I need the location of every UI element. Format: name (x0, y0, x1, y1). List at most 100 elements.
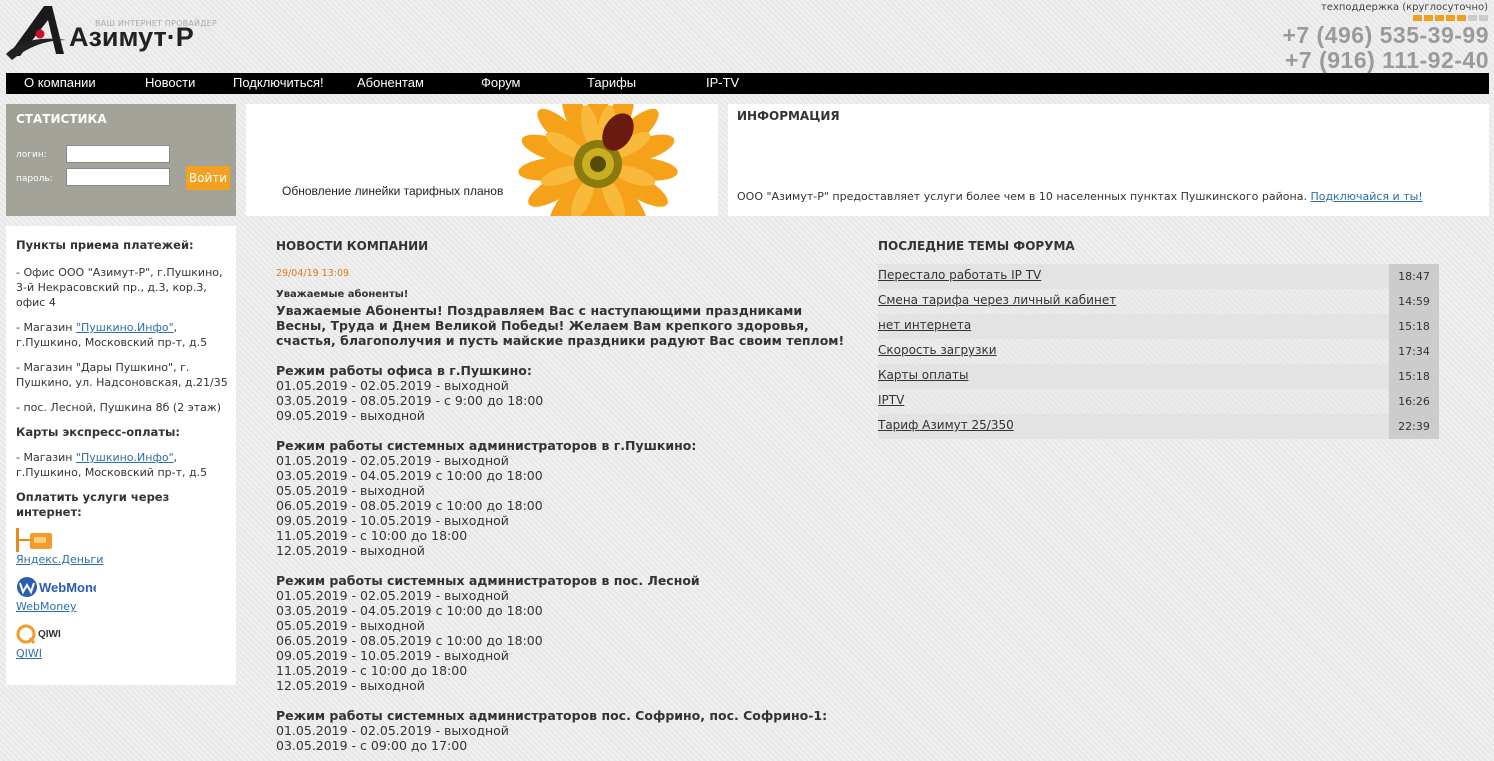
nav-item-news[interactable]: Новости (145, 75, 195, 90)
forum-topic-time: 15:18 (1389, 314, 1439, 339)
schedule-line: 09.05.2019 - 10.05.2019 - выходной (276, 648, 509, 663)
login-button[interactable]: Войти (186, 166, 230, 190)
forum-topic-link[interactable]: Тариф Азимут 25/350 (878, 418, 1014, 432)
schedule-line: 11.05.2019 - с 10:00 до 18:00 (276, 663, 468, 678)
schedule-line: 05.05.2019 - выходной (276, 618, 425, 633)
info-text-row: ООО "Азимут-Р" предоставляет услуги боле… (737, 190, 1423, 203)
schedule-heading: Режим работы системных администраторов п… (276, 708, 828, 723)
schedule-line: 11.05.2019 - с 10:00 до 18:00 (276, 528, 468, 543)
forum-topic-time: 15:18 (1389, 364, 1439, 389)
banner-caption: Обновление линейки тарифных планов (282, 184, 504, 198)
svg-text:WebMoney: WebMoney (39, 580, 96, 595)
forum-title: ПОСЛЕДНИЕ ТЕМЫ ФОРУМА (878, 239, 1075, 253)
promo-banner[interactable]: Обновление линейки тарифных планов (246, 104, 718, 216)
pay-method-yandex: Яндекс.Деньги (16, 528, 236, 567)
schedule-heading: Режим работы системных администраторов в… (276, 438, 697, 453)
main-nav: О компании Новости Подключиться! Абонент… (6, 73, 1489, 94)
forum-topic-time: 17:34 (1389, 339, 1439, 364)
schedule-line: 03.05.2019 - 04.05.2019 с 10:00 до 18:00 (276, 603, 543, 618)
phone-number-1: +7 (496) 535-39-99 (1282, 22, 1489, 48)
forum-topic-row: Скорость загрузки 17:34 (878, 339, 1439, 364)
qiwi-link[interactable]: QIWI (16, 647, 42, 660)
news-date: 29/04/19 13:09 (276, 268, 350, 279)
shop1-prefix: - Магазин (16, 321, 76, 334)
password-input[interactable] (66, 168, 170, 186)
schedule-heading: Режим работы системных администраторов в… (276, 573, 700, 588)
pay-method-qiwi: QIWI QIWI (16, 622, 236, 661)
forum-topic-row: нет интернета 15:18 (878, 314, 1439, 339)
card-point-shop: - Магазин "Пушкино.Инфо", г.Пушкино, Мос… (16, 450, 236, 480)
forum-topic-link[interactable]: Карты оплаты (878, 368, 968, 382)
support-label: техподдержка (круглосуточно) (1320, 2, 1488, 13)
info-title: ИНФОРМАЦИЯ (737, 109, 840, 123)
forum-topic-row: Карты оплаты 15:18 (878, 364, 1439, 389)
news-subtitle[interactable]: Уважаемые абоненты! (276, 289, 846, 300)
nav-item-subscribers[interactable]: Абонентам (357, 75, 424, 90)
schedule-line: 03.05.2019 - 08.05.2019 - с 9:00 до 18:0… (276, 393, 544, 408)
schedule-block: Режим работы системных администраторов в… (276, 573, 846, 693)
brand-name[interactable]: Азимут·Р (69, 22, 194, 53)
schedule-line: 01.05.2019 - 02.05.2019 - выходной (276, 588, 509, 603)
forum-topic-link[interactable]: Скорость загрузки (878, 343, 997, 357)
password-label: пароль: (16, 174, 53, 184)
schedule-line: 09.05.2019 - выходной (276, 408, 425, 423)
forum-topic-time: 14:59 (1389, 289, 1439, 314)
nav-item-iptv[interactable]: IP-TV (706, 75, 739, 90)
flower-image (518, 104, 678, 216)
cards-title: Карты экспресс-оплаты: (16, 425, 180, 439)
pay-method-webmoney: WebMoney WebMoney (16, 575, 236, 614)
schedule-line: 05.05.2019 - выходной (276, 483, 425, 498)
schedule-block: Режим работы офиса в г.Пушкино: 01.05.20… (276, 363, 846, 423)
card-pushkino-info-link[interactable]: "Пушкино.Инфо" (76, 451, 174, 464)
schedule-line: 12.05.2019 - выходной (276, 543, 425, 558)
online-pay-title: Оплатить услуги через интернет: (16, 490, 170, 519)
news-greeting: Уважаемые Абоненты! Поздравляем Вас с на… (276, 303, 845, 348)
webmoney-link[interactable]: WebMoney (16, 600, 76, 613)
webmoney-icon[interactable]: WebMoney (16, 575, 96, 599)
qiwi-icon[interactable]: QIWI (16, 622, 68, 646)
payments-title: Пункты приема платежей: (16, 238, 194, 252)
schedule-line: 12.05.2019 - выходной (276, 678, 425, 693)
yandex-money-icon[interactable] (16, 528, 54, 552)
news-title: НОВОСТИ КОМПАНИИ (276, 239, 429, 253)
stats-login-box: СТАТИСТИКА логин: пароль: Войти (6, 104, 236, 216)
news-section: НОВОСТИ КОМПАНИИ 29/04/19 13:09 Уважаемы… (276, 239, 846, 753)
payment-point-shop2: - Магазин "Дары Пушкино", г. Пушкино, ул… (16, 361, 228, 389)
forum-topic-row: Тариф Азимут 25/350 22:39 (878, 414, 1439, 439)
yandex-money-link[interactable]: Яндекс.Деньги (16, 553, 103, 566)
schedule-line: 01.05.2019 - 02.05.2019 - выходной (276, 378, 509, 393)
rating-segment (1446, 15, 1455, 21)
schedule-line: 03.05.2019 - 04.05.2019 с 10:00 до 18:00 (276, 468, 543, 483)
pushkino-info-link[interactable]: "Пушкино.Инфо" (76, 321, 174, 334)
schedule-line: 09.05.2019 - 10.05.2019 - выходной (276, 513, 509, 528)
stats-title: СТАТИСТИКА (16, 112, 107, 126)
rating-segment (1468, 15, 1477, 21)
nav-item-tariffs[interactable]: Тарифы (587, 75, 636, 90)
schedule-heading: Режим работы офиса в г.Пушкино: (276, 363, 532, 378)
forum-topic-time: 18:47 (1389, 264, 1439, 289)
forum-topic-link[interactable]: нет интернета (878, 318, 971, 332)
rating-segment (1424, 15, 1433, 21)
card-shop-prefix: - Магазин (16, 451, 76, 464)
forum-topic-row: IPTV 16:26 (878, 389, 1439, 414)
payment-point-shop1: - Магазин "Пушкино.Инфо", г.Пушкино, Мос… (16, 320, 236, 350)
forum-topic-link[interactable]: Перестало работать IP TV (878, 268, 1041, 282)
schedule-line: 03.05.2019 - с 09:00 до 17:00 (276, 738, 468, 753)
nav-item-connect[interactable]: Подключиться! (233, 75, 324, 90)
rating-segment (1435, 15, 1444, 21)
rating-segment (1479, 15, 1488, 21)
payment-point-office: - Офис ООО "Азимут-Р", г.Пушкино, 3-й Не… (16, 266, 223, 309)
login-label: логин: (16, 150, 47, 160)
left-sidebar: Пункты приема платежей: - Офис ООО "Азим… (6, 226, 236, 685)
info-text: ООО "Азимут-Р" предоставляет услуги боле… (737, 190, 1307, 203)
payment-point-lesnoy: - пос. Лесной, Пушкина 8б (2 этаж) (16, 401, 222, 414)
nav-item-forum[interactable]: Форум (481, 75, 521, 90)
forum-topic-link[interactable]: Смена тарифа через личный кабинет (878, 293, 1116, 307)
svg-text:QIWI: QIWI (38, 629, 61, 640)
schedule-line: 01.05.2019 - 02.05.2019 - выходной (276, 453, 509, 468)
forum-topic-link[interactable]: IPTV (878, 393, 904, 407)
forum-topic-row: Смена тарифа через личный кабинет 14:59 (878, 289, 1439, 314)
login-input[interactable] (66, 145, 170, 163)
nav-item-about[interactable]: О компании (24, 75, 96, 90)
connect-link[interactable]: Подключайся и ты! (1310, 190, 1422, 203)
